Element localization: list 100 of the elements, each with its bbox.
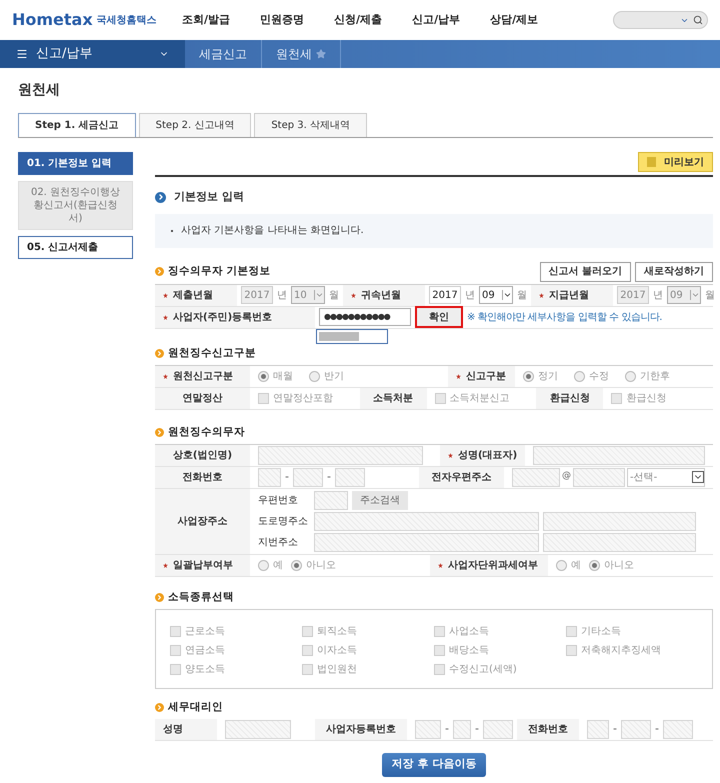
checkbox[interactable] bbox=[611, 392, 622, 404]
search-icon[interactable] bbox=[693, 15, 703, 25]
search-field[interactable] bbox=[613, 11, 708, 29]
checkbox[interactable] bbox=[566, 626, 577, 636]
breadcrumb-link[interactable]: 원천세 bbox=[276, 45, 312, 63]
input-field[interactable] bbox=[258, 468, 281, 486]
field-label: 환급신청 bbox=[550, 392, 590, 406]
option-label: 연말정산포함 bbox=[273, 392, 333, 406]
logo[interactable]: Hometax 국세청홈택스 bbox=[12, 12, 162, 28]
input-field[interactable] bbox=[587, 720, 609, 738]
field-label: 소득처분 bbox=[373, 392, 414, 406]
separator: - bbox=[445, 720, 449, 737]
radio-button[interactable] bbox=[258, 370, 269, 382]
month-select[interactable]: 09 bbox=[479, 286, 513, 304]
separator: - bbox=[654, 720, 659, 737]
option-label: 퇴직소득 bbox=[317, 624, 357, 638]
field-label: 상호(법인명) bbox=[172, 448, 232, 462]
field-label: 성명(대표자) bbox=[458, 448, 518, 462]
info-text: 사업자 기본사항을 나타내는 화면입니다. bbox=[181, 224, 364, 238]
bullet-icon bbox=[155, 428, 164, 437]
field-label: 사업자(주민)등록번호 bbox=[173, 310, 272, 324]
step-item[interactable]: 01. 기본정보 입력 bbox=[18, 152, 133, 175]
input-field[interactable] bbox=[512, 468, 560, 486]
input-field[interactable] bbox=[292, 468, 323, 486]
input-field[interactable] bbox=[415, 720, 441, 738]
section-title: 원천징수의무자 bbox=[168, 424, 245, 440]
radio-button[interactable] bbox=[574, 370, 585, 382]
input-field[interactable] bbox=[662, 720, 693, 738]
radio-button[interactable] bbox=[589, 560, 600, 570]
radio-button[interactable] bbox=[309, 370, 320, 382]
field-label: 성명 bbox=[163, 722, 183, 736]
radio-button[interactable] bbox=[291, 560, 302, 570]
input-field[interactable] bbox=[225, 720, 291, 738]
checkbox[interactable] bbox=[302, 664, 313, 674]
checkbox[interactable] bbox=[434, 664, 445, 674]
tab[interactable]: Step 2. 신고내역 bbox=[138, 113, 252, 137]
input-field[interactable] bbox=[620, 720, 651, 738]
breadcrumb-link[interactable]: 세금신고 bbox=[199, 45, 247, 63]
input-field[interactable] bbox=[452, 720, 471, 738]
input-field[interactable] bbox=[258, 446, 423, 464]
nav-link[interactable]: 신고/납부 bbox=[412, 12, 460, 28]
nav-link[interactable]: 조회/발급 bbox=[182, 12, 230, 28]
checkbox[interactable] bbox=[170, 644, 181, 656]
bullet-icon bbox=[155, 267, 164, 276]
field-label: 일괄납부여부 bbox=[173, 558, 233, 572]
nav-link[interactable]: 민원증명 bbox=[260, 12, 304, 28]
checkbox[interactable] bbox=[170, 664, 181, 674]
field-label: 전화번호 bbox=[528, 722, 568, 736]
checkbox[interactable] bbox=[302, 644, 313, 656]
input-field[interactable] bbox=[334, 468, 365, 486]
chevron-icon bbox=[502, 290, 512, 300]
input-field[interactable] bbox=[543, 532, 696, 552]
input-field[interactable] bbox=[482, 720, 513, 738]
confirm-button[interactable]: 확인 bbox=[415, 306, 463, 328]
action-button[interactable]: 신고서 불러오기 bbox=[540, 262, 631, 282]
radio-button[interactable] bbox=[556, 560, 567, 570]
checkbox[interactable] bbox=[170, 626, 181, 636]
input-field[interactable] bbox=[573, 468, 625, 486]
nav-link[interactable]: 신청/제출 bbox=[334, 12, 382, 28]
field-label: 연말정산 bbox=[182, 392, 222, 406]
checkbox[interactable] bbox=[566, 644, 577, 656]
address-search-button[interactable]: 주소검색 bbox=[352, 490, 408, 510]
option-label: 환급신청 bbox=[626, 392, 666, 406]
menu-selector[interactable]: 신고/납부 bbox=[0, 40, 185, 68]
field-label: 원천신고구분 bbox=[173, 370, 233, 384]
year-field[interactable]: 2017 bbox=[429, 286, 461, 304]
checkbox[interactable] bbox=[434, 626, 445, 636]
checkbox[interactable] bbox=[434, 392, 446, 404]
suggestion-popup[interactable] bbox=[316, 328, 388, 344]
field-label: 귀속년월 bbox=[361, 288, 401, 302]
unit-label: 년 bbox=[465, 288, 475, 302]
option-label: 기한후 bbox=[640, 370, 670, 384]
input-field[interactable] bbox=[314, 490, 348, 510]
preview-button[interactable]: 미리보기 bbox=[638, 152, 713, 172]
input-field[interactable] bbox=[314, 532, 539, 552]
checkbox[interactable] bbox=[258, 392, 269, 404]
radio-button[interactable] bbox=[523, 370, 534, 382]
radio-button[interactable] bbox=[258, 560, 269, 570]
input-field[interactable] bbox=[533, 446, 705, 464]
bullet-icon bbox=[155, 703, 164, 712]
nav-link[interactable]: 상담/제보 bbox=[490, 12, 538, 28]
action-button[interactable]: 새로작성하기 bbox=[635, 262, 713, 282]
save-next-button[interactable]: 저장 후 다음이동 bbox=[382, 752, 486, 776]
bullet-icon bbox=[155, 593, 164, 602]
step-item[interactable]: 05. 신고서제출 bbox=[18, 236, 133, 259]
tab[interactable]: Step 3. 삭제내역 bbox=[254, 113, 367, 137]
input-field[interactable] bbox=[543, 512, 696, 530]
unit-label: 월 bbox=[329, 288, 339, 302]
section-title: 세무대리인 bbox=[168, 700, 223, 715]
field-label: 전화번호 bbox=[182, 470, 222, 484]
form-title: 기본정보 입력 bbox=[174, 189, 244, 205]
checkbox[interactable] bbox=[434, 644, 445, 656]
checkbox[interactable] bbox=[302, 626, 313, 636]
radio-button[interactable] bbox=[625, 370, 636, 382]
input-field[interactable] bbox=[314, 512, 539, 530]
registration-number-field[interactable]: ●●●●●●●●●●● bbox=[319, 308, 411, 326]
domain-select[interactable]: -선택- bbox=[627, 468, 705, 486]
bullet-icon bbox=[155, 349, 164, 358]
tab[interactable]: Step 1. 세금신고 bbox=[18, 113, 136, 137]
star-icon[interactable] bbox=[316, 49, 326, 59]
